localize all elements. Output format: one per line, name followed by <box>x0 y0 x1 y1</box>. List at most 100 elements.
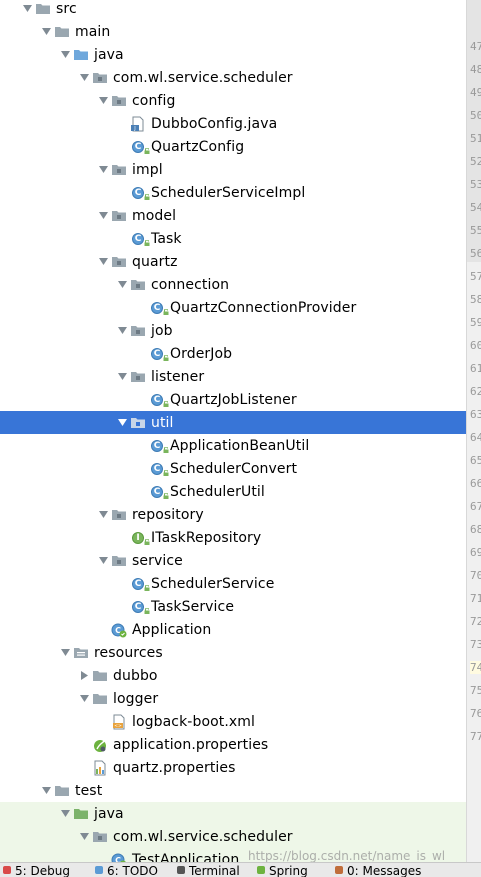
expand-arrow-down-icon[interactable] <box>96 250 110 273</box>
tree-item-label: util <box>151 414 174 431</box>
tree-row[interactable]: C TaskService <box>0 595 466 618</box>
svg-text:<>: <> <box>114 723 122 729</box>
tree-row[interactable]: impl <box>0 158 466 181</box>
tree-item-label: ITaskRepository <box>151 529 262 546</box>
line-number: 71 <box>470 592 481 605</box>
arrow-spacer <box>134 388 148 411</box>
spring-boot-app-icon: C <box>110 618 128 641</box>
tree-row[interactable]: C SchedulerServiceImpl <box>0 181 466 204</box>
tree-row[interactable]: C SchedulerConvert <box>0 457 466 480</box>
expand-arrow-right-icon[interactable] <box>77 664 91 687</box>
tree-item-label: com.wl.service.scheduler <box>113 69 293 86</box>
tree-row[interactable]: job <box>0 319 466 342</box>
package-icon <box>110 158 128 181</box>
toolwindow-button[interactable]: Spring <box>256 864 308 877</box>
public-lock-icon <box>144 608 150 614</box>
tree-row[interactable]: service <box>0 549 466 572</box>
expand-arrow-down-icon[interactable] <box>39 779 53 802</box>
spring-icon <box>256 864 266 877</box>
expand-arrow-down-icon[interactable] <box>39 20 53 43</box>
expand-arrow-down-icon[interactable] <box>58 43 72 66</box>
tree-row[interactable]: J DubboConfig.java <box>0 112 466 135</box>
toolwindow-button[interactable]: 6: TODO <box>94 864 158 877</box>
tree-row[interactable]: <> logback-boot.xml <box>0 710 466 733</box>
tree-row[interactable]: config <box>0 89 466 112</box>
toolwindow-label: 6: TODO <box>107 864 158 877</box>
expand-arrow-down-icon[interactable] <box>115 319 129 342</box>
package-icon <box>110 549 128 572</box>
spring-properties-icon <box>91 733 109 756</box>
line-number: 59 <box>470 316 481 329</box>
tree-row[interactable]: C QuartzConfig <box>0 135 466 158</box>
expand-arrow-down-icon[interactable] <box>77 687 91 710</box>
expand-arrow-down-icon[interactable] <box>96 503 110 526</box>
tree-row[interactable]: dubbo <box>0 664 466 687</box>
package-icon <box>129 273 147 296</box>
java-file-icon: J <box>129 112 147 135</box>
expand-arrow-down-icon[interactable] <box>96 549 110 572</box>
toolwindow-button[interactable]: 5: Debug <box>2 864 70 877</box>
terminal-icon <box>176 864 186 877</box>
tree-item-label: dubbo <box>113 667 158 684</box>
tree-row[interactable]: C Task <box>0 227 466 250</box>
tree-row[interactable]: quartz.properties <box>0 756 466 779</box>
expand-arrow-down-icon[interactable] <box>96 158 110 181</box>
tree-row[interactable]: C SchedulerService <box>0 572 466 595</box>
tree-row[interactable]: C SchedulerUtil <box>0 480 466 503</box>
expand-arrow-down-icon[interactable] <box>96 89 110 112</box>
tree-row[interactable]: quartz <box>0 250 466 273</box>
tree-row[interactable]: resources <box>0 641 466 664</box>
class-icon: C <box>129 181 150 204</box>
tree-row[interactable]: C ApplicationBeanUtil <box>0 434 466 457</box>
tree-row[interactable]: I ITaskRepository <box>0 526 466 549</box>
expand-arrow-down-icon[interactable] <box>115 365 129 388</box>
toolwindow-label: Spring <box>269 864 308 877</box>
tree-row[interactable]: test <box>0 779 466 802</box>
tree-row[interactable]: C QuartzConnectionProvider <box>0 296 466 319</box>
expand-arrow-down-icon[interactable] <box>77 66 91 89</box>
tree-row[interactable]: java <box>0 802 466 825</box>
expand-arrow-down-icon[interactable] <box>77 825 91 848</box>
line-number: 67 <box>470 500 481 513</box>
expand-arrow-down-icon[interactable] <box>58 641 72 664</box>
public-lock-icon <box>163 309 169 315</box>
line-number: 65 <box>470 454 481 467</box>
tree-row[interactable]: repository <box>0 503 466 526</box>
tree-row[interactable]: application.properties <box>0 733 466 756</box>
expand-arrow-down-icon[interactable] <box>20 0 34 20</box>
toolwindow-button[interactable]: Terminal <box>176 864 240 877</box>
tree-row[interactable]: src <box>0 0 466 20</box>
public-lock-icon <box>163 470 169 476</box>
tree-row[interactable]: C OrderJob <box>0 342 466 365</box>
tree-item-label: java <box>94 805 124 822</box>
tree-item-label: resources <box>94 644 163 661</box>
tree-row[interactable]: connection <box>0 273 466 296</box>
class-icon: C <box>148 457 169 480</box>
tree-row[interactable]: logger <box>0 687 466 710</box>
tree-row[interactable]: model <box>0 204 466 227</box>
tree-row[interactable]: listener <box>0 365 466 388</box>
tree-row[interactable]: C QuartzJobListener <box>0 388 466 411</box>
toolwindow-button[interactable]: 0: Messages <box>334 864 421 877</box>
source-folder-icon <box>72 43 90 66</box>
package-icon <box>129 319 147 342</box>
project-tree[interactable]: src main java com.wl.service.scheduler confi… <box>0 0 466 876</box>
line-number: 69 <box>470 546 481 559</box>
arrow-spacer <box>134 342 148 365</box>
tree-row[interactable]: java <box>0 43 466 66</box>
line-number: 51 <box>470 132 481 145</box>
tree-item-label: logback-boot.xml <box>132 713 256 730</box>
public-lock-icon <box>144 240 150 246</box>
tree-row[interactable]: main <box>0 20 466 43</box>
tree-row[interactable]: com.wl.service.scheduler <box>0 66 466 89</box>
expand-arrow-down-icon[interactable] <box>96 204 110 227</box>
expand-arrow-down-icon[interactable] <box>58 802 72 825</box>
tree-row[interactable]: C Application <box>0 618 466 641</box>
tree-item-label: Task <box>151 230 182 247</box>
expand-arrow-down-icon[interactable] <box>115 273 129 296</box>
line-number: 53 <box>470 178 481 191</box>
expand-arrow-down-icon[interactable] <box>115 411 129 434</box>
tree-item-label: SchedulerService <box>151 575 275 592</box>
tree-row[interactable]: util <box>0 411 466 434</box>
tree-row[interactable]: com.wl.service.scheduler <box>0 825 466 848</box>
